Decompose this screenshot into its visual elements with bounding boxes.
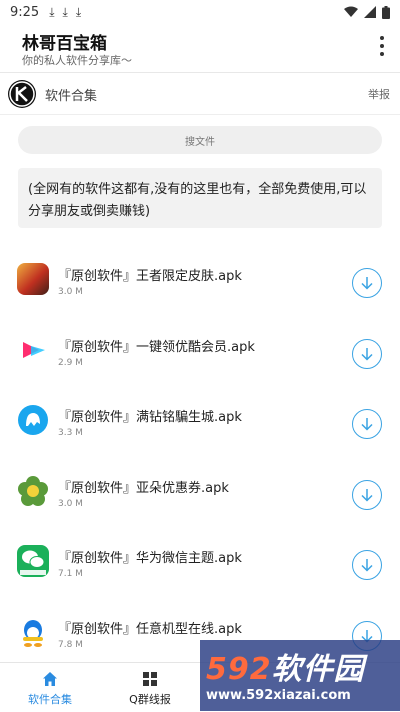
status-bar: 9:25 ⤓ ⤓ ⤓: [0, 0, 400, 24]
file-size: 2.9 M: [58, 357, 83, 368]
download-notification-icon: ⤓: [62, 4, 68, 19]
report-link[interactable]: 举报: [368, 86, 390, 102]
file-name: 『原创软件』王者限定皮肤.apk: [58, 269, 242, 284]
download-button[interactable]: [352, 268, 382, 298]
flower-app-icon: [17, 474, 49, 507]
app-title: 林哥百宝箱: [22, 34, 107, 54]
file-name: 『原创软件』满钻铭騙生城.apk: [58, 410, 242, 425]
file-size: 3.0 M: [58, 498, 83, 509]
collection-logo-icon: [8, 80, 36, 108]
watermark-brand: 592软件园: [206, 644, 365, 688]
collection-name: 软件合集: [45, 89, 98, 104]
download-button[interactable]: [352, 409, 382, 439]
download-arrow-icon: [361, 559, 373, 572]
watermark-text: 软件园: [271, 652, 365, 687]
status-time: 9:25: [10, 4, 40, 20]
file-size: 3.0 M: [58, 287, 83, 297]
youku-app-icon: [17, 333, 49, 366]
notice-text: (全网有的软件这都有,没有的这里也有，全部免费使用,可以分享朋友或倒卖赚钱): [18, 168, 382, 228]
download-arrow-icon: [361, 418, 373, 431]
more-options-icon[interactable]: [376, 36, 388, 56]
download-arrow-icon: [361, 277, 373, 290]
grid-icon: [143, 672, 157, 686]
tab-software-collection[interactable]: 软件合集: [0, 663, 100, 712]
file-list-item[interactable]: 『原创软件』王者限定皮肤.apk 3.0 M: [0, 248, 400, 319]
divider: [0, 72, 400, 73]
file-name: 『原创软件』任意机型在线.apk: [58, 621, 242, 637]
file-list-item[interactable]: 『原创软件』华为微信主题.apk 7.1 M: [0, 530, 400, 601]
file-list-item[interactable]: 『原创软件』亚朵优惠券.apk 3.0 M: [0, 460, 400, 531]
download-button[interactable]: [352, 338, 382, 369]
game-app-icon: [17, 263, 49, 295]
download-button[interactable]: [352, 550, 382, 580]
download-arrow-icon: [361, 488, 373, 502]
home-icon: [43, 672, 57, 686]
download-arrow-icon: [361, 347, 373, 361]
app-subtitle: 你的私人软件分享库～: [22, 54, 132, 67]
file-name: 『原创软件』一键领优酷会员.apk: [58, 339, 255, 355]
battery-icon: [382, 5, 390, 19]
file-size: 3.3 M: [58, 428, 83, 438]
search-input[interactable]: 搜文件: [18, 126, 382, 154]
file-size: 7.8 M: [58, 639, 83, 650]
watermark-number: 592: [206, 652, 272, 687]
file-list-item[interactable]: 『原创软件』满钻铭騙生城.apk 3.3 M: [0, 389, 400, 460]
file-size: 7.1 M: [58, 569, 83, 579]
file-list-item[interactable]: 『原创软件』一键领优酷会员.apk 2.9 M: [0, 319, 400, 390]
download-notification-icon: ⤓: [49, 4, 55, 19]
file-name: 『原创软件』华为微信主题.apk: [58, 551, 242, 566]
wifi-icon: [344, 6, 358, 17]
wechat-huawei-app-icon: [17, 545, 49, 577]
signal-icon: [364, 6, 376, 18]
app-bar: 林哥百宝箱 你的私人软件分享库～: [0, 24, 400, 72]
download-button[interactable]: [352, 479, 382, 510]
divider: [0, 114, 400, 115]
watermark-url: www.592xiazai.com: [206, 688, 351, 703]
download-notification-icon: ⤓: [75, 4, 82, 19]
tab-label: Q群线报: [129, 693, 171, 706]
qq-chat-app-icon: [17, 404, 49, 436]
collection-header: 软件合集 举报: [0, 76, 400, 112]
file-name: 『原创软件』亚朵优惠券.apk: [58, 480, 229, 496]
tab-qq-group[interactable]: Q群线报: [100, 663, 200, 712]
file-list: 『原创软件』王者限定皮肤.apk 3.0 M 『原创软件』一键领优酷会员.apk…: [0, 248, 400, 671]
site-watermark: 592软件园 www.592xiazai.com: [200, 640, 400, 711]
qq-penguin-app-icon: [17, 615, 49, 648]
tab-label: 软件合集: [28, 693, 72, 706]
